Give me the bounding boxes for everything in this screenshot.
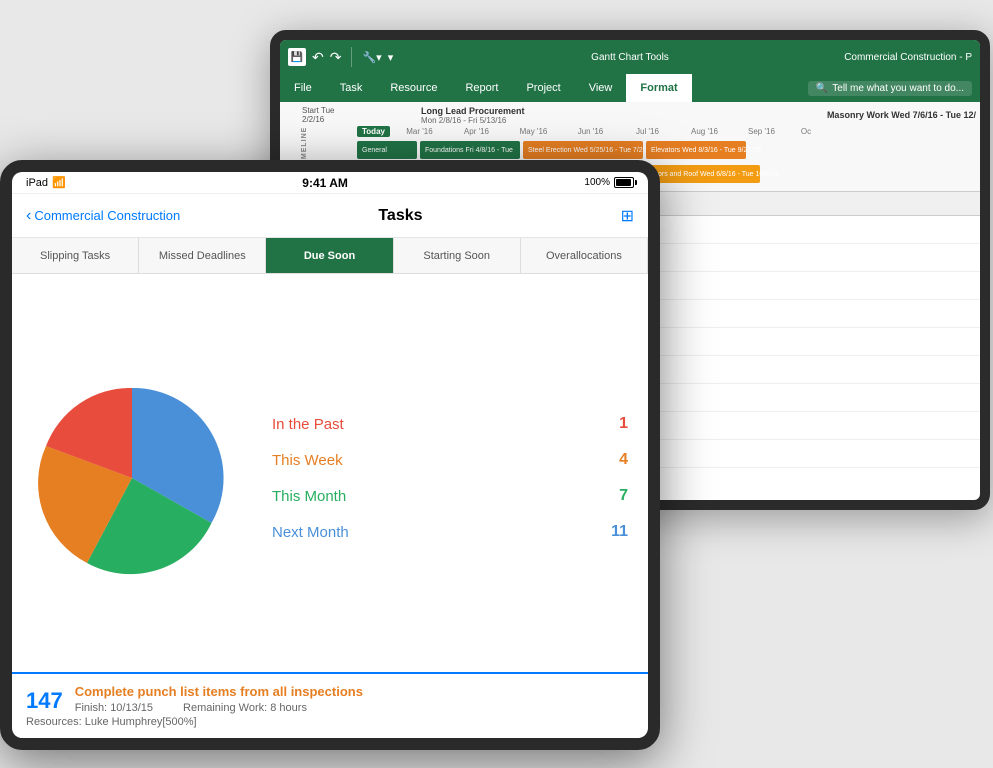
- nav-back-button[interactable]: ‹ Commercial Construction: [26, 207, 180, 225]
- fg-ipad: iPad 📶 9:41 AM 100% ‹ Commercial Constru…: [0, 160, 660, 750]
- tab-slipping-tasks[interactable]: Slipping Tasks: [12, 238, 139, 273]
- back-label: Commercial Construction: [34, 208, 180, 223]
- today-marker: Today: [357, 126, 390, 137]
- legend-item-month: This Month 7: [272, 487, 628, 505]
- ipad-status-bar: iPad 📶 9:41 AM 100%: [12, 172, 648, 194]
- tab-file[interactable]: File: [280, 74, 326, 102]
- status-left: iPad 📶: [26, 176, 66, 189]
- window-title: Commercial Construction - P: [844, 52, 972, 63]
- legend-count-next-month: 11: [611, 523, 628, 541]
- steel-erection-bar: Steel Erection Wed 5/25/16 - Tue 7/26/16: [523, 141, 643, 159]
- ipad-nav-bar: ‹ Commercial Construction Tasks ⊞: [12, 194, 648, 238]
- legend-area: In the Past 1 This Week 4 This Month 7 N…: [252, 415, 628, 541]
- tools-label: Gantt Chart Tools: [591, 52, 669, 63]
- tab-format[interactable]: Format: [626, 74, 691, 102]
- battery-pct: 100%: [584, 177, 610, 188]
- legend-item-week: This Week 4: [272, 451, 628, 469]
- toolbar-sep: [351, 47, 352, 67]
- timeline-bar-row-1: General Foundations Fri 4/8/16 - Tue Ste…: [357, 139, 976, 161]
- legend-count-past: 1: [619, 415, 628, 433]
- carrier-label: iPad: [26, 177, 48, 189]
- tab-report[interactable]: Report: [451, 74, 512, 102]
- battery-fill: [616, 179, 631, 186]
- finish-label: Finish: 10/13/15: [75, 702, 153, 714]
- ipad-tab-bar: Slipping Tasks Missed Deadlines Due Soon…: [12, 238, 648, 274]
- timeline-header-row: Start Tue 2/2/16 Long Lead Procurement M…: [302, 106, 976, 124]
- filter-icon[interactable]: ⊞: [621, 206, 634, 226]
- battery-tip: [635, 180, 637, 185]
- long-lead-label: Long Lead Procurement Mon 2/8/16 - Fri 5…: [421, 106, 525, 125]
- legend-label-past: In the Past: [272, 416, 344, 433]
- task-meta: Finish: 10/13/15 Remaining Work: 8 hours: [75, 702, 634, 714]
- ipad-screen: iPad 📶 9:41 AM 100% ‹ Commercial Constru…: [12, 172, 648, 738]
- task-detail-row[interactable]: 147 Complete punch list items from all i…: [12, 672, 648, 738]
- status-time: 9:41 AM: [302, 176, 348, 190]
- tab-starting-soon[interactable]: Starting Soon: [394, 238, 521, 273]
- remaining-work: Remaining Work: 8 hours: [183, 702, 307, 714]
- tab-missed-deadlines[interactable]: Missed Deadlines: [139, 238, 266, 273]
- task-number: 147: [26, 688, 63, 714]
- save-icon[interactable]: 💾: [288, 48, 306, 66]
- search-icon: 🔍: [816, 83, 828, 94]
- gantt-toolbar: 💾 ↶ ↷ 🔧▾ ▾ Gantt Chart Tools Commercial …: [280, 40, 980, 74]
- masonry-label: Masonry Work Wed 7/6/16 - Tue 12/: [827, 110, 976, 120]
- pie-chart: [32, 378, 232, 578]
- task-resources: Resources: Luke Humphrey[500%]: [26, 716, 634, 728]
- legend-count-month: 7: [619, 487, 628, 505]
- tab-overallocations[interactable]: Overallocations: [521, 238, 648, 273]
- expand-icon[interactable]: ▾: [388, 51, 394, 64]
- general-bar: General: [357, 141, 417, 159]
- tab-view[interactable]: View: [575, 74, 627, 102]
- config-icon[interactable]: 🔧▾: [362, 51, 381, 64]
- ribbon-search[interactable]: 🔍 Tell me what you want to do...: [808, 81, 972, 96]
- foundations-bar: Foundations Fri 4/8/16 - Tue: [420, 141, 520, 159]
- month-row: Today Mar '16 Apr '16 May '16 Jun '16 Ju…: [357, 126, 976, 137]
- legend-item-next-month: Next Month 11: [272, 523, 628, 541]
- legend-item-past: In the Past 1: [272, 415, 628, 433]
- timeline-start-label: Start Tue 2/2/16: [302, 106, 357, 124]
- tab-due-soon[interactable]: Due Soon: [266, 238, 393, 273]
- legend-count-week: 4: [619, 451, 628, 469]
- status-right: 100%: [584, 177, 634, 188]
- search-label: Tell me what you want to do...: [832, 83, 964, 94]
- wifi-icon: 📶: [52, 176, 66, 189]
- legend-label-next-month: Next Month: [272, 524, 349, 541]
- battery-icon: [614, 177, 634, 188]
- gantt-ribbon: File Task Resource Report Project View F…: [280, 74, 980, 102]
- legend-label-week: This Week: [272, 452, 343, 469]
- legend-label-month: This Month: [272, 488, 346, 505]
- chart-legend-area: In the Past 1 This Week 4 This Month 7 N…: [12, 274, 648, 672]
- nav-title: Tasks: [378, 207, 422, 225]
- tab-project[interactable]: Project: [512, 74, 574, 102]
- undo-icon[interactable]: ↶: [312, 49, 324, 66]
- back-chevron-icon: ‹: [26, 207, 31, 225]
- tab-task[interactable]: Task: [326, 74, 377, 102]
- redo-icon[interactable]: ↷: [330, 49, 342, 66]
- resources-label: Resources: Luke Humphrey[500%]: [26, 716, 197, 728]
- elevators-bar: Elevators Wed 8/3/16 - Tue 9/27/16: [646, 141, 746, 159]
- task-title: Complete punch list items from all inspe…: [26, 684, 634, 699]
- tab-resource[interactable]: Resource: [376, 74, 451, 102]
